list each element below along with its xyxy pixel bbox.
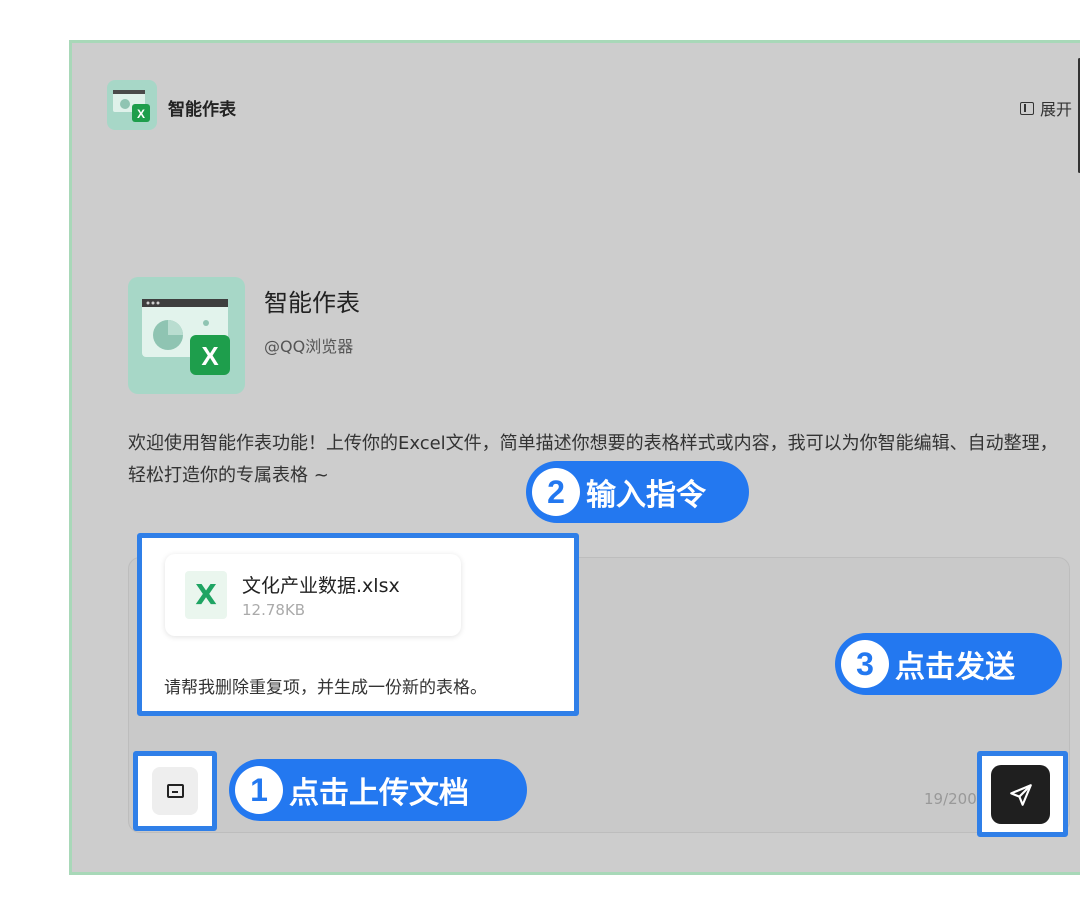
upload-file-button[interactable] — [152, 767, 198, 815]
expand-button[interactable]: 展开 — [1020, 96, 1072, 120]
excel-file-icon: X — [185, 571, 227, 619]
svg-text:X: X — [201, 341, 219, 371]
expand-label: 展开 — [1040, 100, 1073, 119]
app-window: X 智能作表 展开 X 智能作表 @QQ浏览器 欢迎使用智能作表功能！上传你的E… — [69, 40, 1080, 875]
step1-label: 点击上传文档 — [289, 776, 469, 811]
svg-text:X: X — [137, 107, 145, 121]
agent-name: 智能作表 — [264, 289, 360, 317]
attached-file-card[interactable]: X 文化产业数据.xlsx 12.78KB — [165, 554, 461, 636]
step1-callout: 1 点击上传文档 — [229, 759, 527, 821]
agent-avatar: X — [128, 277, 245, 394]
char-counter: 19/200 — [924, 790, 977, 808]
upload-highlight — [133, 751, 217, 831]
spreadsheet-large-icon: X — [142, 299, 230, 375]
step3-label: 点击发送 — [895, 650, 1015, 685]
app-title: 智能作表 — [168, 100, 236, 120]
step2-number: 2 — [532, 468, 580, 516]
agent-publisher: @QQ浏览器 — [264, 337, 354, 356]
app-logo: X — [107, 80, 157, 130]
composer-input-highlight[interactable]: X 文化产业数据.xlsx 12.78KB 请帮我删除重复项，并生成一份新的表格… — [137, 533, 579, 716]
step3-number: 3 — [841, 640, 889, 688]
folder-icon — [166, 784, 184, 798]
step1-number: 1 — [235, 766, 283, 814]
step2-label: 输入指令 — [586, 478, 706, 513]
send-highlight — [977, 751, 1068, 837]
step2-callout: 2 输入指令 — [526, 461, 749, 523]
send-button[interactable] — [991, 765, 1050, 824]
prompt-input[interactable]: 请帮我删除重复项，并生成一份新的表格。 — [164, 673, 487, 698]
file-size: 12.78KB — [242, 601, 306, 619]
file-name: 文化产业数据.xlsx — [242, 575, 400, 597]
send-arrow-icon — [1009, 783, 1032, 806]
sidebar-expand-icon — [1020, 101, 1034, 115]
spreadsheet-app-icon: X — [113, 90, 150, 122]
step3-callout: 3 点击发送 — [835, 633, 1062, 695]
